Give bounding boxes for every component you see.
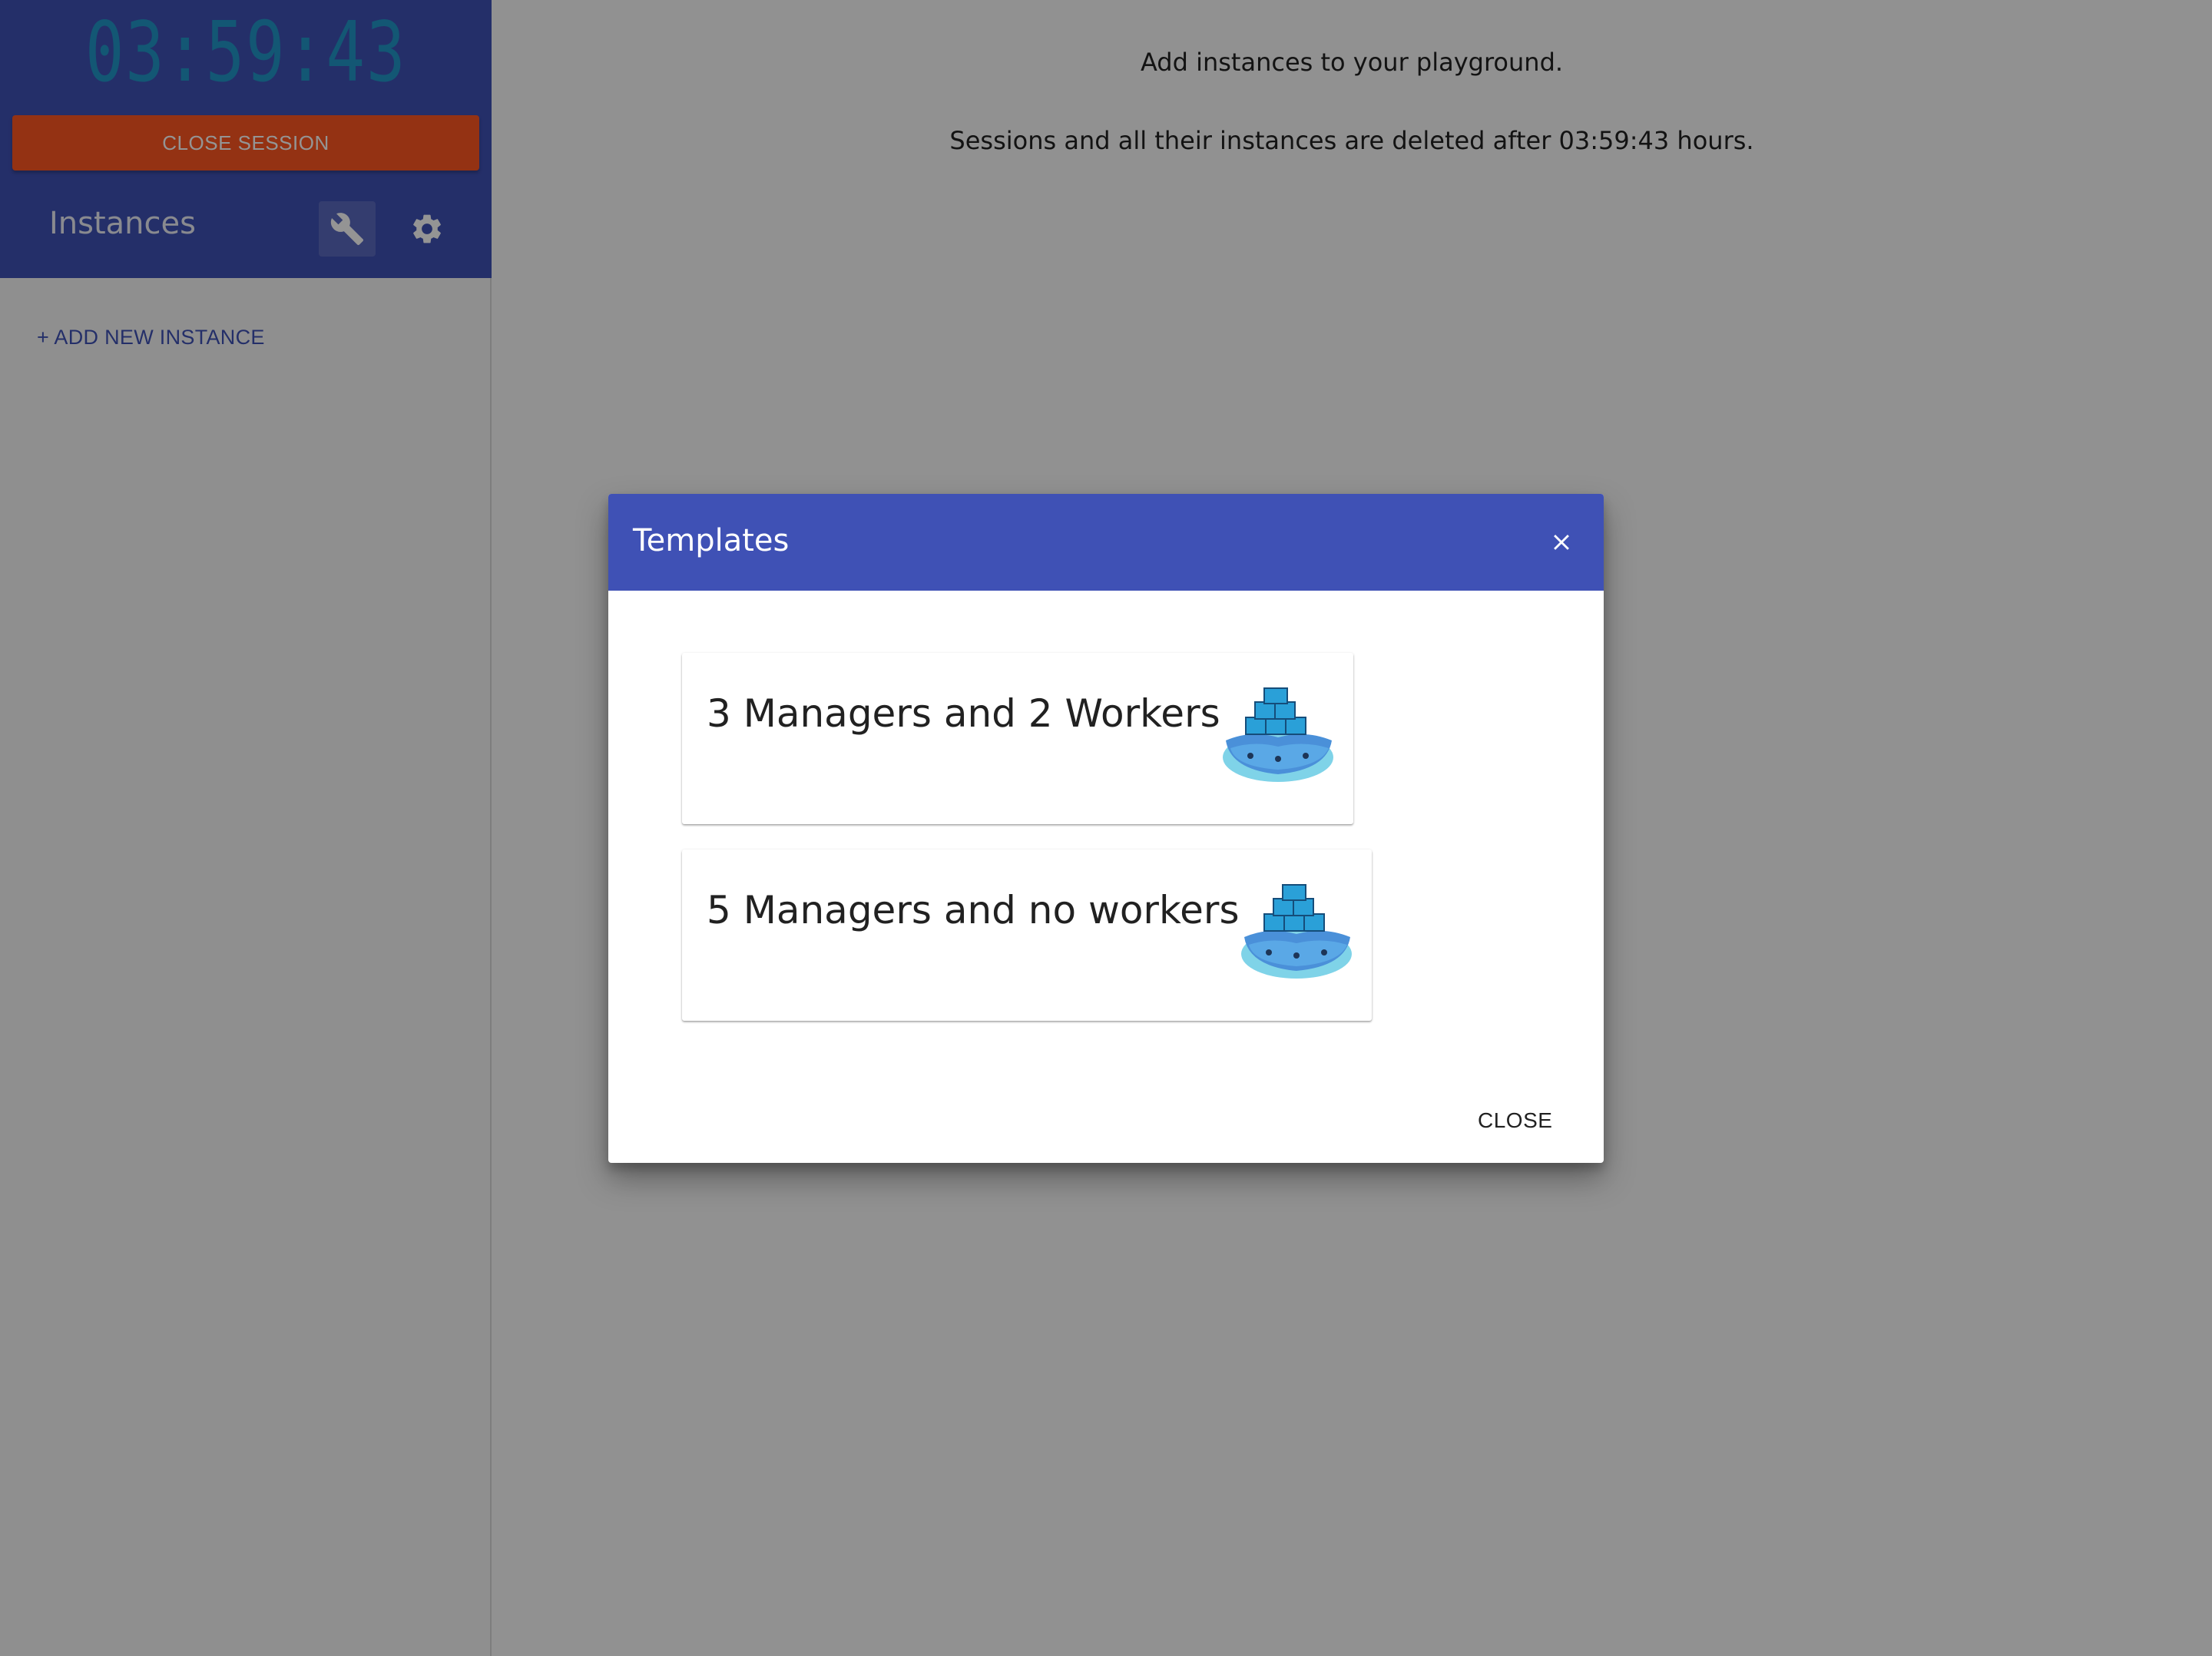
dialog-close-x-button[interactable] xyxy=(1544,525,1579,560)
templates-dialog: Templates 3 Managers and 2 Workers 5 Man… xyxy=(608,494,1604,1163)
close-icon xyxy=(1554,535,1569,550)
template-card[interactable]: 5 Managers and no workers xyxy=(682,850,1372,1021)
dialog-close-button[interactable]: CLOSE xyxy=(1478,1108,1552,1133)
dialog-header: Templates xyxy=(608,494,1604,591)
docker-swarm-icon xyxy=(1223,687,1333,782)
dialog-title: Templates xyxy=(633,523,790,558)
template-card[interactable]: 3 Managers and 2 Workers xyxy=(682,653,1353,824)
template-label: 3 Managers and 2 Workers xyxy=(707,691,1220,736)
docker-swarm-icon xyxy=(1241,884,1352,979)
template-label: 5 Managers and no workers xyxy=(707,888,1240,932)
